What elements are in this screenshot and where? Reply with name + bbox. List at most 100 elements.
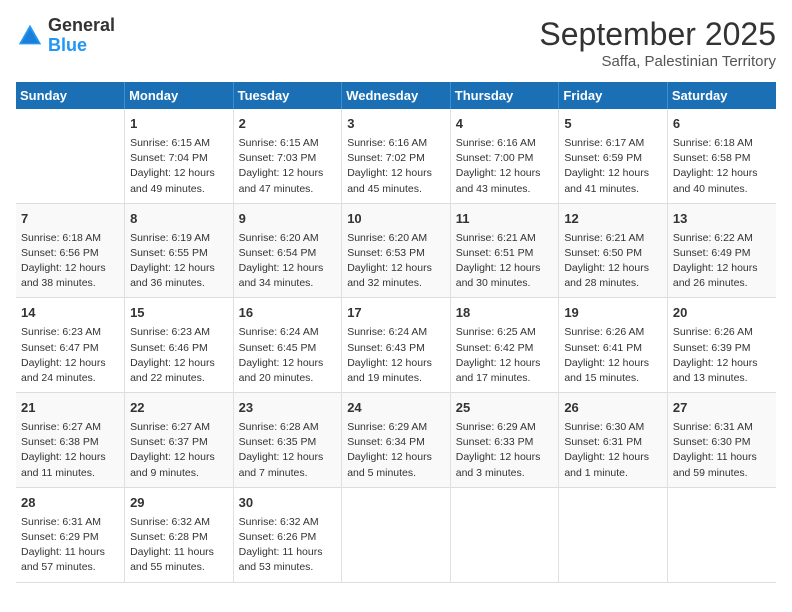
day-number: 17 [347, 304, 445, 323]
calendar-cell [450, 487, 559, 582]
calendar-cell: 29 Sunrise: 6:32 AMSunset: 6:28 PMDayligh… [125, 487, 234, 582]
day-number: 10 [347, 210, 445, 229]
day-number: 15 [130, 304, 228, 323]
calendar-cell: 16 Sunrise: 6:24 AMSunset: 6:45 PMDayligh… [233, 298, 342, 393]
calendar-cell: 23 Sunrise: 6:28 AMSunset: 6:35 PMDayligh… [233, 393, 342, 488]
day-number: 13 [673, 210, 771, 229]
day-info: Sunrise: 6:26 AMSunset: 6:41 PMDaylight:… [564, 325, 662, 386]
day-info: Sunrise: 6:17 AMSunset: 6:59 PMDaylight:… [564, 136, 662, 197]
calendar-cell: 28Sunrise: 6:31 AMSunset: 6:29 PMDayligh… [16, 487, 125, 582]
day-number: 22 [130, 399, 228, 418]
day-number: 30 [239, 494, 337, 513]
calendar-cell: 5 Sunrise: 6:17 AMSunset: 6:59 PMDaylight… [559, 109, 668, 203]
day-info: Sunrise: 6:21 AMSunset: 6:50 PMDaylight:… [564, 231, 662, 292]
logo-blue-text: Blue [48, 36, 115, 56]
day-header-friday: Friday [559, 82, 668, 109]
day-header-sunday: Sunday [16, 82, 125, 109]
day-header-thursday: Thursday [450, 82, 559, 109]
calendar-cell: 17 Sunrise: 6:24 AMSunset: 6:43 PMDayligh… [342, 298, 451, 393]
calendar-cell: 4Sunrise: 6:16 AMSunset: 7:00 PMDaylight… [450, 109, 559, 203]
calendar-cell: 10 Sunrise: 6:20 AMSunset: 6:53 PMDayligh… [342, 203, 451, 298]
calendar-cell: 8 Sunrise: 6:19 AMSunset: 6:55 PMDaylight… [125, 203, 234, 298]
day-info: Sunrise: 6:29 AMSunset: 6:33 PMDaylight:… [456, 420, 554, 481]
calendar-cell: 6 Sunrise: 6:18 AMSunset: 6:58 PMDaylight… [667, 109, 776, 203]
calendar-cell: 30 Sunrise: 6:32 AMSunset: 6:26 PMDayligh… [233, 487, 342, 582]
day-info: Sunrise: 6:32 AMSunset: 6:26 PMDaylight:… [239, 515, 337, 576]
day-number: 1 [130, 115, 228, 134]
day-number: 8 [130, 210, 228, 229]
day-info: Sunrise: 6:18 AMSunset: 6:56 PMDaylight:… [21, 231, 119, 292]
calendar-cell [667, 487, 776, 582]
day-number: 6 [673, 115, 771, 134]
day-header-wednesday: Wednesday [342, 82, 451, 109]
calendar-cell: 18 Sunrise: 6:25 AMSunset: 6:42 PMDayligh… [450, 298, 559, 393]
day-info: Sunrise: 6:29 AMSunset: 6:34 PMDaylight:… [347, 420, 445, 481]
day-info: Sunrise: 6:27 AMSunset: 6:38 PMDaylight:… [21, 420, 119, 481]
day-number: 5 [564, 115, 662, 134]
day-info: Sunrise: 6:24 AMSunset: 6:43 PMDaylight:… [347, 325, 445, 386]
calendar-cell [16, 109, 125, 203]
calendar-cell [559, 487, 668, 582]
day-number: 2 [239, 115, 337, 134]
calendar-cell: 26 Sunrise: 6:30 AMSunset: 6:31 PMDayligh… [559, 393, 668, 488]
calendar-cell: 9 Sunrise: 6:20 AMSunset: 6:54 PMDaylight… [233, 203, 342, 298]
day-header-saturday: Saturday [667, 82, 776, 109]
day-info: Sunrise: 6:32 AMSunset: 6:28 PMDaylight:… [130, 515, 228, 576]
calendar-week-2: 7 Sunrise: 6:18 AMSunset: 6:56 PMDaylight… [16, 203, 776, 298]
day-info: Sunrise: 6:22 AMSunset: 6:49 PMDaylight:… [673, 231, 771, 292]
calendar-cell: 27 Sunrise: 6:31 AMSunset: 6:30 PMDayligh… [667, 393, 776, 488]
day-number: 27 [673, 399, 771, 418]
day-info: Sunrise: 6:20 AMSunset: 6:53 PMDaylight:… [347, 231, 445, 292]
calendar-cell: 14Sunrise: 6:23 AMSunset: 6:47 PMDayligh… [16, 298, 125, 393]
calendar-cell: 21Sunrise: 6:27 AMSunset: 6:38 PMDayligh… [16, 393, 125, 488]
location: Saffa, Palestinian Territory [539, 53, 776, 70]
day-number: 11 [456, 210, 554, 229]
month-title: September 2025 [539, 16, 776, 53]
calendar-cell: 1Sunrise: 6:15 AMSunset: 7:04 PMDaylight… [125, 109, 234, 203]
day-number: 23 [239, 399, 337, 418]
day-info: Sunrise: 6:16 AMSunset: 7:00 PMDaylight:… [456, 136, 554, 197]
day-number: 18 [456, 304, 554, 323]
calendar-body: 1Sunrise: 6:15 AMSunset: 7:04 PMDaylight… [16, 109, 776, 582]
day-info: Sunrise: 6:25 AMSunset: 6:42 PMDaylight:… [456, 325, 554, 386]
day-info: Sunrise: 6:18 AMSunset: 6:58 PMDaylight:… [673, 136, 771, 197]
calendar-cell [342, 487, 451, 582]
calendar-cell: 15Sunrise: 6:23 AMSunset: 6:46 PMDayligh… [125, 298, 234, 393]
calendar-cell: 11Sunrise: 6:21 AMSunset: 6:51 PMDayligh… [450, 203, 559, 298]
day-number: 25 [456, 399, 554, 418]
logo: General Blue [16, 16, 115, 56]
calendar-week-5: 28Sunrise: 6:31 AMSunset: 6:29 PMDayligh… [16, 487, 776, 582]
calendar-cell: 22Sunrise: 6:27 AMSunset: 6:37 PMDayligh… [125, 393, 234, 488]
day-info: Sunrise: 6:28 AMSunset: 6:35 PMDaylight:… [239, 420, 337, 481]
day-number: 20 [673, 304, 771, 323]
calendar-table: SundayMondayTuesdayWednesdayThursdayFrid… [16, 82, 776, 583]
calendar-cell: 25 Sunrise: 6:29 AMSunset: 6:33 PMDayligh… [450, 393, 559, 488]
day-info: Sunrise: 6:30 AMSunset: 6:31 PMDaylight:… [564, 420, 662, 481]
calendar-cell: 2 Sunrise: 6:15 AMSunset: 7:03 PMDaylight… [233, 109, 342, 203]
day-info: Sunrise: 6:15 AMSunset: 7:03 PMDaylight:… [239, 136, 337, 197]
day-info: Sunrise: 6:31 AMSunset: 6:30 PMDaylight:… [673, 420, 771, 481]
day-number: 3 [347, 115, 445, 134]
day-info: Sunrise: 6:31 AMSunset: 6:29 PMDaylight:… [21, 515, 119, 576]
day-info: Sunrise: 6:20 AMSunset: 6:54 PMDaylight:… [239, 231, 337, 292]
day-number: 9 [239, 210, 337, 229]
day-info: Sunrise: 6:19 AMSunset: 6:55 PMDaylight:… [130, 231, 228, 292]
calendar-cell: 19 Sunrise: 6:26 AMSunset: 6:41 PMDayligh… [559, 298, 668, 393]
day-info: Sunrise: 6:24 AMSunset: 6:45 PMDaylight:… [239, 325, 337, 386]
day-header-tuesday: Tuesday [233, 82, 342, 109]
day-info: Sunrise: 6:23 AMSunset: 6:47 PMDaylight:… [21, 325, 119, 386]
day-number: 16 [239, 304, 337, 323]
calendar-week-4: 21Sunrise: 6:27 AMSunset: 6:38 PMDayligh… [16, 393, 776, 488]
title-block: September 2025 Saffa, Palestinian Territ… [539, 16, 776, 70]
day-number: 19 [564, 304, 662, 323]
day-info: Sunrise: 6:26 AMSunset: 6:39 PMDaylight:… [673, 325, 771, 386]
day-number: 29 [130, 494, 228, 513]
calendar-cell: 3Sunrise: 6:16 AMSunset: 7:02 PMDaylight… [342, 109, 451, 203]
calendar-cell: 20 Sunrise: 6:26 AMSunset: 6:39 PMDayligh… [667, 298, 776, 393]
calendar-cell: 7 Sunrise: 6:18 AMSunset: 6:56 PMDaylight… [16, 203, 125, 298]
calendar-week-3: 14Sunrise: 6:23 AMSunset: 6:47 PMDayligh… [16, 298, 776, 393]
calendar-cell: 13 Sunrise: 6:22 AMSunset: 6:49 PMDayligh… [667, 203, 776, 298]
day-number: 26 [564, 399, 662, 418]
day-number: 24 [347, 399, 445, 418]
day-number: 7 [21, 210, 119, 229]
